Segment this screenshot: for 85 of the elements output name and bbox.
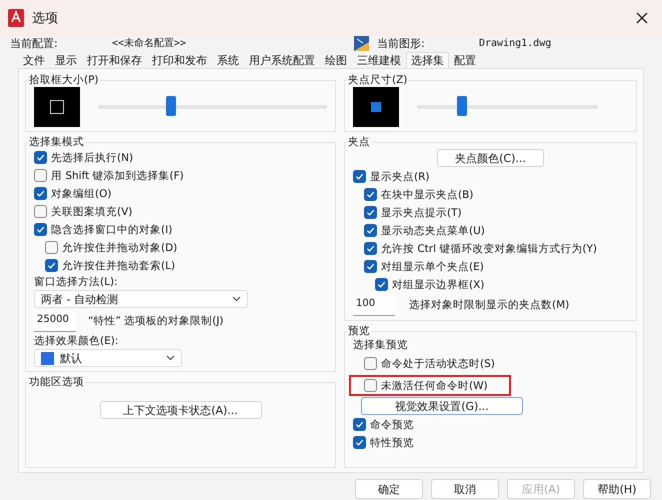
close-icon[interactable] bbox=[636, 12, 648, 24]
checkbox[interactable] bbox=[45, 241, 58, 254]
group-title: 功能区选项 bbox=[28, 375, 85, 389]
check-icon bbox=[47, 261, 56, 270]
checkbox[interactable] bbox=[375, 278, 388, 291]
window-method-dropdown[interactable]: 两者 - 自动检测 bbox=[34, 290, 248, 308]
group-title: 拾取框大小(P) bbox=[28, 73, 100, 87]
tab[interactable]: 显示 bbox=[50, 52, 82, 68]
checkbox-label: 特性预览 bbox=[370, 436, 414, 450]
group-title: 夹点尺寸(Z) bbox=[347, 73, 408, 87]
tab[interactable]: 用户系统配置 bbox=[244, 52, 320, 68]
field-label: 窗口选择方法(L): bbox=[34, 275, 119, 289]
app-logo-icon bbox=[8, 9, 24, 27]
checkbox[interactable] bbox=[45, 259, 58, 272]
checkbox-label: 显示动态夹点菜单(U) bbox=[381, 224, 485, 238]
profile-label: 当前配置: bbox=[10, 36, 59, 50]
drawing-file-icon bbox=[354, 36, 369, 50]
effect-color-dropdown[interactable]: 默认 bbox=[34, 349, 182, 367]
checkbox-label: 未激活任何命令时(W) bbox=[381, 378, 488, 392]
dialog-button[interactable]: 帮助(H) bbox=[583, 479, 651, 499]
group-title: 预览 bbox=[347, 324, 371, 338]
checkbox[interactable] bbox=[34, 205, 47, 218]
checkbox[interactable] bbox=[34, 187, 47, 200]
slider-thumb[interactable] bbox=[457, 96, 468, 116]
grip-color-button[interactable]: 夹点颜色(C)... bbox=[437, 149, 544, 167]
checkbox[interactable] bbox=[364, 206, 377, 219]
checkbox[interactable] bbox=[364, 188, 377, 201]
tab[interactable]: 绘图 bbox=[320, 52, 352, 68]
chevron-down-icon bbox=[166, 355, 175, 361]
checkbox-label: 允许按 Ctrl 键循环改变对象编辑方式行为(Y) bbox=[381, 242, 597, 256]
context-tab-state-button[interactable]: 上下文选项卡状态(A)... bbox=[100, 401, 262, 419]
drawing-label: 当前图形: bbox=[377, 36, 426, 50]
grip-square-icon bbox=[371, 102, 381, 112]
tab[interactable]: 打开和保存 bbox=[82, 52, 147, 68]
drawing-value: Drawing1.dwg bbox=[479, 38, 552, 48]
check-icon bbox=[36, 153, 45, 162]
checkbox-label: 命令处于活动状态时(S) bbox=[381, 356, 495, 370]
checkbox[interactable] bbox=[34, 223, 47, 236]
checkbox-label: 在块中显示夹点(B) bbox=[381, 188, 474, 202]
slider-thumb[interactable] bbox=[166, 96, 176, 116]
check-icon bbox=[36, 225, 45, 234]
checkbox[interactable] bbox=[364, 224, 377, 237]
checkbox-label: 显示夹点(R) bbox=[370, 170, 430, 184]
checkbox[interactable] bbox=[364, 357, 377, 370]
checkbox-label: 先选择后执行(N) bbox=[51, 150, 134, 164]
checkbox[interactable] bbox=[353, 418, 366, 431]
group-title: 选择集模式 bbox=[28, 135, 85, 149]
checkbox-label: 隐含选择窗口中的对象(I) bbox=[51, 222, 172, 236]
checkbox[interactable] bbox=[34, 169, 47, 182]
dialog-button[interactable]: 取消 bbox=[431, 479, 499, 499]
profile-value: <<未命名配置>> bbox=[112, 36, 188, 50]
group-title: 夹点 bbox=[347, 135, 371, 149]
visual-effects-button[interactable]: 视觉效果设置(G)... bbox=[361, 397, 523, 415]
dialog-button[interactable]: 确定 bbox=[355, 479, 423, 499]
section-label: 选择集预览 bbox=[353, 338, 409, 352]
object-limit-field[interactable]: 25000 bbox=[34, 310, 76, 332]
checkbox-label: 允许按住并拖动对象(D) bbox=[62, 240, 178, 254]
checkbox-label: 用 Shift 键添加到选择集(F) bbox=[51, 168, 184, 182]
checkbox[interactable] bbox=[34, 151, 47, 164]
window-title: 选项 bbox=[32, 10, 59, 27]
checkbox-label: 关联图案填充(V) bbox=[51, 204, 132, 218]
checkbox[interactable] bbox=[353, 170, 366, 183]
tab[interactable]: 三维建模 bbox=[352, 52, 406, 68]
tab[interactable]: 系统 bbox=[212, 52, 244, 68]
check-icon bbox=[36, 189, 45, 198]
chevron-down-icon bbox=[232, 296, 241, 302]
checkbox-label: 对象编组(O) bbox=[51, 186, 112, 200]
tab[interactable]: 打印和发布 bbox=[147, 52, 212, 68]
checkbox-label: 允许按住并拖动套索(L) bbox=[62, 258, 176, 272]
checkbox[interactable] bbox=[364, 379, 377, 392]
tab[interactable]: 文件 bbox=[18, 52, 50, 68]
tab[interactable]: 配置 bbox=[449, 52, 481, 68]
pickbox-square-icon bbox=[50, 100, 64, 114]
checkbox-label: 显示夹点提示(T) bbox=[381, 206, 462, 220]
checkbox-label: 对组显示边界框(X) bbox=[392, 278, 484, 292]
checkbox[interactable] bbox=[364, 242, 377, 255]
field-label: 选择对象时限制显示的夹点数(M) bbox=[409, 298, 570, 312]
checkbox[interactable] bbox=[364, 260, 377, 273]
checkbox-label: 对组显示单个夹点(E) bbox=[381, 260, 484, 274]
tab[interactable]: 选择集 bbox=[406, 52, 449, 68]
checkbox-label: 命令预览 bbox=[370, 418, 414, 432]
field-label: “特性” 选项板的对象限制(J) bbox=[88, 314, 224, 328]
grip-limit-field[interactable]: 100 bbox=[353, 294, 395, 316]
checkbox[interactable] bbox=[353, 436, 366, 449]
field-label: 选择效果颜色(E): bbox=[34, 334, 120, 348]
